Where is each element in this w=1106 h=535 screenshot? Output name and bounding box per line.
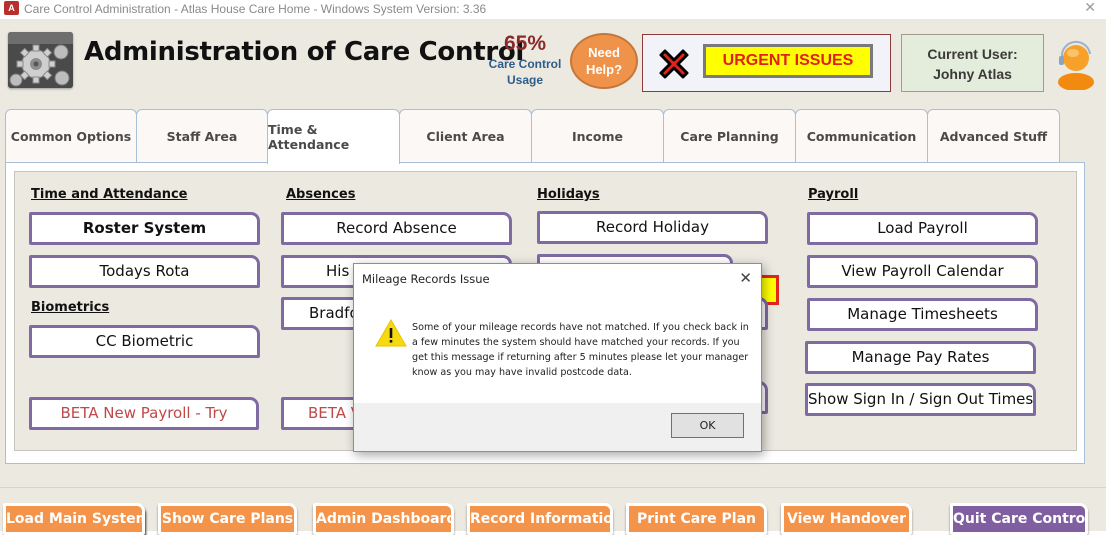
support-avatar-icon [1058,40,1094,90]
tab-common-options[interactable]: Common Options [5,109,137,163]
show-care-plans-button[interactable]: Show Care Plans [158,503,297,535]
manage-pay-rates-button[interactable]: Manage Pay Rates [805,341,1036,374]
usage-label-line1: Care Control [488,57,562,71]
tab-communication[interactable]: Communication [795,109,928,163]
urgent-issues-button[interactable]: URGENT ISSUES [703,44,873,78]
tab-advanced-stuff[interactable]: Advanced Stuff [927,109,1060,163]
heading-absences: Absences [286,187,356,202]
current-user-label: Current User: [927,46,1018,62]
page-title: Administration of Care Control [84,37,525,67]
load-payroll-button[interactable]: Load Payroll [807,212,1038,245]
cc-biometric-button[interactable]: CC Biometric [29,325,260,358]
record-absence-button[interactable]: Record Absence [281,212,512,245]
view-payroll-calendar-button[interactable]: View Payroll Calendar [807,255,1038,288]
roster-system-button[interactable]: Roster System [29,212,260,245]
tab-care-planning[interactable]: Care Planning [663,109,796,163]
manage-timesheets-button[interactable]: Manage Timesheets [807,298,1038,331]
access-app-icon: A [4,1,19,15]
view-handover-button[interactable]: View Handover [781,503,912,535]
heading-time-and-attendance: Time and Attendance [31,187,188,202]
gear-icon [8,32,73,88]
load-main-system-button[interactable]: Load Main System [3,503,145,535]
heading-biometrics: Biometrics [31,300,110,315]
dialog-title: Mileage Records Issue [362,272,490,286]
record-holiday-button[interactable]: Record Holiday [537,211,768,244]
record-information-button[interactable]: Record Information [467,503,613,535]
todays-rota-button[interactable]: Todays Rota [29,255,260,288]
usage-percent: 65% [503,32,547,55]
need-help-button[interactable]: Need Help? [570,33,638,89]
print-care-plan-button[interactable]: Print Care Plan [626,503,767,535]
window-close-button[interactable]: ✕ [1084,0,1096,16]
beta-new-payroll-button[interactable]: BETA New Payroll - Try [29,397,259,430]
quit-care-control-button[interactable]: Quit Care Control [950,503,1088,535]
tab-staff-area[interactable]: Staff Area [136,109,268,163]
usage-indicator: 65% Care Control Usage [484,32,566,88]
tab-time-attendance[interactable]: Time & Attendance [267,109,400,164]
help-line2: Help? [585,62,623,77]
heading-holidays: Holidays [537,187,600,202]
usage-label-line2: Usage [506,73,544,87]
show-sign-in-out-times-button[interactable]: Show Sign In / Sign Out Times [805,383,1036,416]
dialog-message: Some of your mileage records have not ma… [412,322,749,378]
heading-payroll: Payroll [808,187,859,202]
dialog-close-button[interactable]: ✕ [739,269,752,287]
window-title: Care Control Administration - Atlas Hous… [24,2,487,16]
tab-income[interactable]: Income [531,109,664,163]
dialog-ok-button[interactable]: OK [671,413,744,438]
urgent-issues-panel: URGENT ISSUES [642,34,891,92]
window-titlebar: A Care Control Administration - Atlas Ho… [0,0,1106,19]
admin-dashboard-button[interactable]: Admin Dashboard [313,503,454,535]
red-x-icon [659,49,689,79]
app-body: Administration of Care Control 65% Care … [0,19,1106,535]
current-user-name: Johny Atlas [933,66,1012,82]
dialog-footer: OK [354,403,761,451]
warning-icon [375,318,407,347]
tab-client-area[interactable]: Client Area [399,109,532,163]
help-line1: Need [588,45,620,60]
mileage-records-dialog: Mileage Records Issue ✕ Some of your mil… [353,263,762,452]
current-user-panel: Current User: Johny Atlas [901,34,1044,92]
